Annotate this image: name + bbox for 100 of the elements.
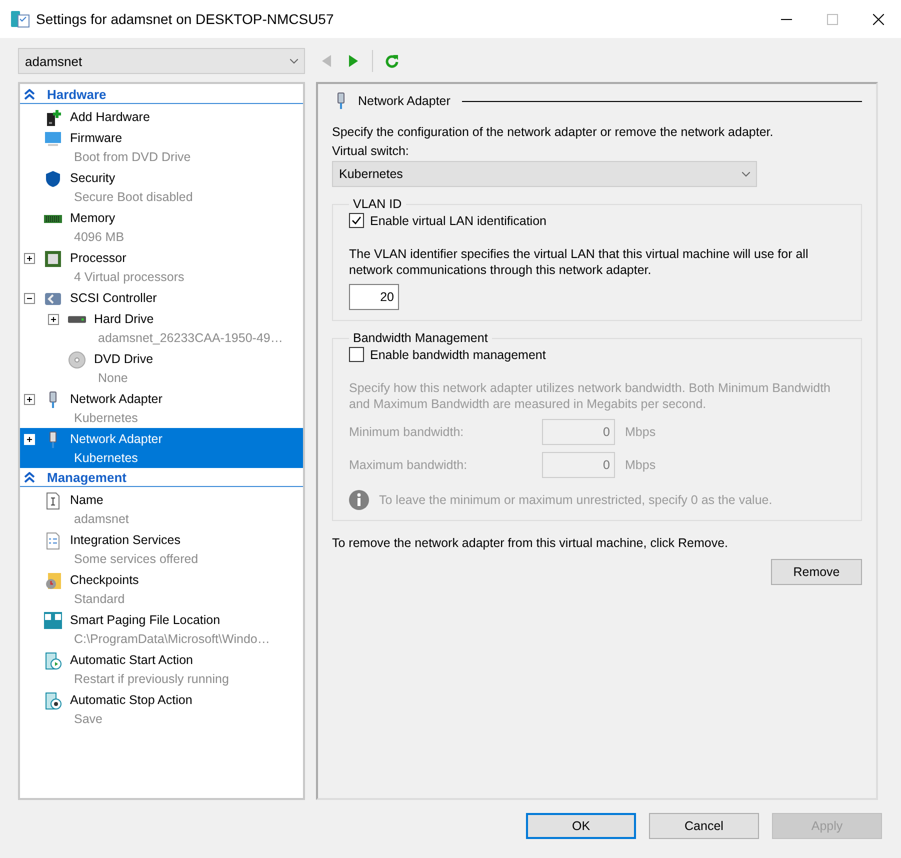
field-label: Virtual switch: [332, 144, 410, 158]
item-detail: Secure Boot disabled [73, 189, 193, 206]
minimize-icon[interactable] [780, 18, 792, 20]
field-label: Minimum bandwidth: [349, 425, 465, 439]
tree-item[interactable]: Memory 4096 MB [20, 207, 303, 247]
vm-dropdown[interactable]: adamsnet [18, 48, 305, 74]
item-detail: Boot from DVD Drive [73, 149, 191, 166]
paging-icon [44, 612, 62, 630]
expand-icon[interactable] [24, 253, 35, 264]
checkbox[interactable] [349, 347, 364, 362]
item-name: SCSI Controller [70, 290, 157, 307]
item-name: Name [70, 492, 104, 509]
tree-item[interactable]: Security Secure Boot disabled [20, 167, 303, 207]
item-detail: C:\ProgramData\Microsoft\Windo… [73, 631, 270, 648]
panel-title: Network Adapter [358, 94, 450, 108]
item-detail: adamsnet [73, 511, 129, 528]
monitor-icon [44, 130, 62, 148]
clock-folder-icon [44, 572, 62, 590]
dialog-button[interactable]: Cancel [649, 813, 759, 839]
item-detail: Kubernetes [73, 450, 139, 467]
start-icon [44, 652, 62, 670]
tree-item[interactable]: Network Adapter Kubernetes [20, 388, 303, 428]
hardware-plus-icon [44, 108, 62, 126]
expand-icon[interactable] [24, 394, 35, 405]
forward-icon[interactable] [346, 54, 360, 68]
remove-button[interactable]: Remove [771, 559, 862, 585]
dialog-button[interactable]: OK [526, 813, 636, 839]
window-title: Settings for adamsnet on DESKTOP-NMCSU57 [36, 11, 335, 27]
item-name: Checkpoints [70, 572, 139, 589]
item-name: Add Hardware [70, 109, 150, 126]
section-title: Management [47, 470, 126, 484]
tree-item[interactable]: Automatic Start Action Restart if previously running [20, 649, 303, 689]
checkbox-label: Enable bandwidth management [370, 348, 546, 362]
vlan-description: The VLAN identifier specifies the virtual LAN that this virtual machine will use for all network communications through this network adapter. [349, 246, 810, 278]
tree-item[interactable]: DVD Drive None [20, 348, 303, 388]
tree-item[interactable]: Processor 4 Virtual processors [20, 247, 303, 287]
checkbox-label: Enable virtual LAN identification [370, 214, 546, 228]
checkmark-icon [351, 215, 362, 226]
tree-item[interactable]: Firmware Boot from DVD Drive [20, 127, 303, 167]
chip-icon [44, 250, 62, 268]
item-name: Integration Services [70, 532, 182, 549]
vlan-id-field[interactable]: 20 [349, 284, 399, 310]
item-name: Hard Drive [94, 311, 155, 328]
hard-drive-icon [68, 316, 86, 323]
collapse-section-icon[interactable] [24, 88, 35, 100]
document-icon [44, 492, 62, 510]
panel-description: Specify the configuration of the network adapter or remove the network adapter. [332, 124, 774, 140]
item-name: Automatic Start Action [70, 652, 194, 669]
item-detail: Kubernetes [73, 410, 139, 427]
tree-item[interactable]: Network Adapter Kubernetes [20, 428, 303, 468]
section-title: Hardware [47, 86, 106, 102]
chevron-down-icon [742, 172, 750, 176]
tree-item[interactable]: Checkpoints Standard [20, 569, 303, 609]
bandwidth-field[interactable]: 0 [542, 452, 615, 478]
item-detail: 4 Virtual processors [73, 269, 184, 286]
group-title: Bandwidth Management [352, 331, 489, 345]
info-note: To leave the minimum or maximum unrestricted, specify 0 as the value. [379, 493, 772, 507]
shield-icon [44, 170, 62, 188]
field-label: Maximum bandwidth: [349, 458, 468, 472]
expand-icon[interactable] [48, 314, 59, 325]
close-icon[interactable] [872, 14, 884, 24]
info-icon [349, 490, 369, 510]
item-detail: Restart if previously running [73, 671, 229, 688]
item-name: Smart Paging File Location [70, 612, 222, 629]
item-name: Automatic Stop Action [70, 692, 192, 709]
tree-item[interactable]: Integration Services Some services offered [20, 529, 303, 569]
item-detail: 4096 MB [73, 229, 124, 246]
disc-icon [68, 350, 86, 368]
checkbox[interactable] [349, 213, 364, 228]
bandwidth-description: Specify how this network adapter utilizes network bandwidth. Both Minimum Bandwidth and Maximum Bandwidth are measured in Megabits per second. [349, 380, 832, 412]
item-detail: Some services offered [73, 551, 198, 568]
collapse-section-icon[interactable] [24, 472, 35, 482]
unit-label: Mbps [625, 425, 656, 439]
tree-item[interactable]: SCSI Controller [20, 287, 303, 308]
unit-label: Mbps [625, 458, 656, 472]
item-detail: None [97, 370, 129, 387]
refresh-icon[interactable] [385, 54, 399, 68]
chevron-down-icon [290, 58, 298, 64]
item-name: Security [70, 170, 116, 187]
item-name: DVD Drive [94, 351, 154, 368]
item-name: Processor [70, 250, 128, 267]
tree-item[interactable]: Automatic Stop Action Save [20, 689, 303, 729]
bandwidth-field[interactable]: 0 [542, 419, 615, 445]
group-title: VLAN ID [352, 197, 403, 211]
item-name: Network Adapter [70, 391, 162, 408]
item-name: Firmware [70, 130, 124, 147]
collapse-icon[interactable] [24, 293, 35, 304]
tree-item[interactable]: Hard Drive adamsnet_26233CAA-1950-49… [20, 308, 303, 348]
checklist-icon [44, 532, 62, 550]
item-detail: Save [73, 711, 104, 728]
item-detail: Standard [73, 591, 126, 608]
item-name: Network Adapter [70, 431, 162, 448]
item-detail: adamsnet_26233CAA-1950-49… [97, 330, 283, 347]
tree-item[interactable]: Name adamsnet [20, 489, 303, 529]
item-name: Memory [70, 210, 116, 227]
stop-icon [44, 692, 62, 710]
remove-description: To remove the network adapter from this virtual machine, click Remove. [332, 535, 729, 551]
tree-item[interactable]: Add Hardware [20, 106, 303, 127]
virtual-switch-dropdown[interactable]: Kubernetes [332, 161, 757, 187]
tree-item[interactable]: Smart Paging File Location C:\ProgramData\Microsoft\Windo… [20, 609, 303, 649]
